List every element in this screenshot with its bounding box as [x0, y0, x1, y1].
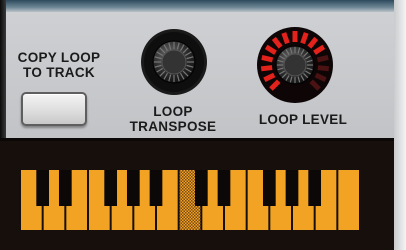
top-bar [0, 0, 406, 12]
loop-transpose-label-line1: LOOP [153, 104, 193, 119]
loop-transpose-label: LOOP TRANSPOSE [108, 104, 238, 134]
keyboard-black-key[interactable] [285, 170, 299, 206]
copy-loop-label-line1: COPY LOOP [17, 50, 101, 65]
loop-transpose-label-line2: TRANSPOSE [129, 119, 217, 134]
loop-level-led-segment [281, 32, 290, 45]
keyboard-black-key[interactable] [149, 170, 163, 206]
keyboard-black-key[interactable] [58, 170, 72, 206]
keyboard-black-key[interactable] [308, 170, 322, 206]
keyboard-black-key[interactable] [36, 170, 50, 206]
loop-level-label: LOOP LEVEL [258, 112, 348, 127]
copy-loop-label: COPY LOOP TO TRACK [4, 50, 114, 80]
loop-keyboard [20, 170, 360, 235]
keyboard-white-key[interactable] [338, 170, 359, 230]
copy-loop-label-line2: TO TRACK [23, 65, 95, 80]
keyboard-black-key[interactable] [104, 170, 118, 206]
keyboard-black-key[interactable] [262, 170, 276, 206]
loop-transpose-knob[interactable] [140, 28, 208, 96]
loop-level-led-segment [300, 32, 309, 45]
loop-level-led-segment [261, 54, 274, 63]
keyboard-black-key[interactable] [217, 170, 231, 206]
loop-level-led-segment [317, 65, 330, 72]
copy-loop-to-track-button[interactable] [21, 92, 87, 126]
right-edge [394, 0, 406, 250]
device-panel: COPY LOOP TO TRACK LOOP TRANSPOSE LOOP L… [0, 0, 406, 250]
loop-level-knob[interactable] [256, 26, 334, 104]
loop-level-led-segment [316, 54, 329, 63]
loop-level-led-segment [260, 65, 273, 72]
keyboard-black-key[interactable] [126, 170, 140, 206]
keyboard-black-key[interactable] [194, 170, 208, 206]
